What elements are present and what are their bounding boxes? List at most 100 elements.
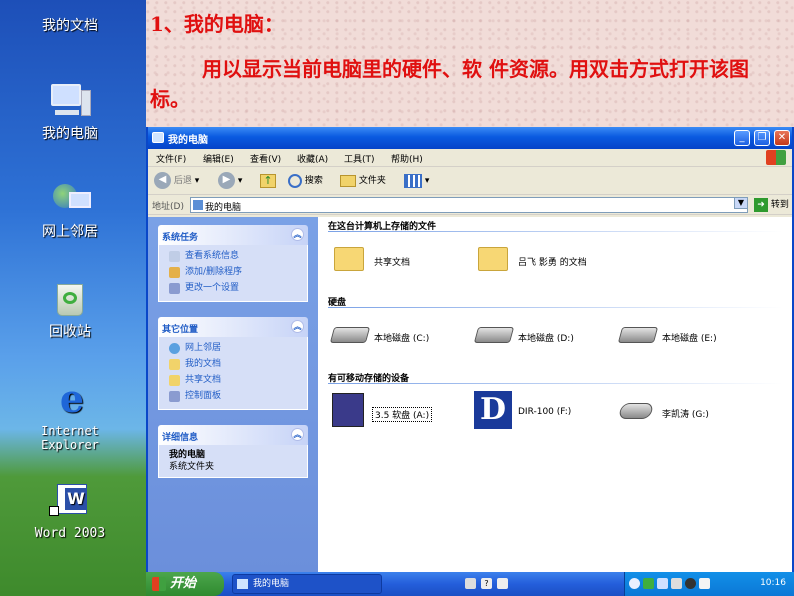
collapse-icon[interactable]: ︽ xyxy=(291,320,304,333)
folders-button[interactable]: 文件夹 xyxy=(340,171,386,191)
search-button[interactable]: 搜索 xyxy=(288,171,323,191)
usb-g-item[interactable]: 李凯涛 (G:) xyxy=(617,393,750,429)
item-label: 共享文档 xyxy=(374,258,411,268)
tray-app-icon[interactable] xyxy=(643,578,654,589)
desktop-icon-internet-explorer[interactable]: e Internet Explorer xyxy=(10,376,130,453)
taskbar: 开始 我的电脑 ? 10:16 xyxy=(146,572,794,596)
word-icon: W xyxy=(47,482,93,522)
other-places-title: 其它位置 xyxy=(162,325,199,335)
control-panel-link[interactable]: 控制面板 xyxy=(169,389,301,405)
desktop: 我的文档 我的电脑 网上邻居 回收站 e Internet Explorer W xyxy=(0,0,146,596)
control-panel-icon xyxy=(169,391,180,402)
user-documents-item[interactable]: 吕飞 影勇 的文档 xyxy=(478,241,638,277)
link-label: 共享文档 xyxy=(185,375,222,385)
link-label: 网上邻居 xyxy=(185,343,222,353)
desktop-icon-word[interactable]: W Word 2003 xyxy=(10,482,130,542)
menu-file[interactable]: 文件(F) xyxy=(156,152,186,165)
view-system-info-link[interactable]: 查看系统信息 xyxy=(169,249,301,265)
internet-explorer-icon: e xyxy=(59,376,85,421)
search-label: 搜索 xyxy=(304,176,323,186)
other-places-panel: 其它位置 ︽ 网上邻居 我的文档 共享文档 控制面板 xyxy=(158,317,308,410)
safely-remove-icon[interactable] xyxy=(671,578,682,589)
toolbar: ◀ 后退 ▾ ▶ ▾ ↑ 搜索 文件夹 ▾ xyxy=(148,167,792,195)
desktop-icon-label: Internet Explorer xyxy=(41,424,99,452)
address-input[interactable]: 我的电脑 xyxy=(190,197,748,213)
system-tasks-header[interactable]: 系统任务 ︽ xyxy=(158,225,308,245)
disk-e-item[interactable]: 本地磁盘 (E:) xyxy=(617,317,750,353)
floppy-a-item[interactable]: 3.5 软盘 (A:) xyxy=(332,393,462,433)
my-computer-icon xyxy=(193,200,203,210)
details-header[interactable]: 详细信息 ︽ xyxy=(158,425,308,445)
folders-icon xyxy=(340,174,356,187)
up-folder-button[interactable]: ↑ xyxy=(260,171,276,191)
menu-edit[interactable]: 编辑(E) xyxy=(203,152,234,165)
link-label: 添加/删除程序 xyxy=(185,267,243,277)
go-button[interactable]: ➜ 转到 xyxy=(754,197,789,212)
desktop-icon-recycle-bin[interactable]: 回收站 xyxy=(10,280,130,340)
dir100-f-item[interactable]: D DIR-100 (F:) xyxy=(474,391,604,431)
desktop-icon-label: 我的电脑 xyxy=(42,126,98,142)
window-titlebar[interactable]: 我的电脑 _ ❐ ✕ xyxy=(148,127,792,149)
desktop-icon-my-computer[interactable]: 我的电脑 xyxy=(10,82,130,142)
windows-logo-icon xyxy=(766,150,786,165)
group-divider xyxy=(328,383,783,384)
menu-help[interactable]: 帮助(H) xyxy=(391,152,423,165)
desktop-icon-network[interactable]: 网上邻居 xyxy=(10,180,130,240)
start-button[interactable]: 开始 xyxy=(146,572,224,596)
disk-c-item[interactable]: 本地磁盘 (C:) xyxy=(329,317,462,353)
tray-arrow-icon[interactable] xyxy=(629,578,640,589)
collapse-icon[interactable]: ︽ xyxy=(291,428,304,441)
ime-icon[interactable] xyxy=(497,578,508,589)
link-label: 我的文档 xyxy=(185,359,222,369)
back-button[interactable]: ◀ 后退 ▾ xyxy=(154,171,199,191)
search-icon xyxy=(288,173,302,188)
collapse-icon[interactable]: ︽ xyxy=(291,228,304,241)
slide-title: 1、我的电脑： xyxy=(150,12,284,36)
disk-d-item[interactable]: 本地磁盘 (D:) xyxy=(473,317,606,353)
shared-documents-item[interactable]: 共享文档 xyxy=(334,241,454,277)
address-dropdown-button[interactable]: ▼ xyxy=(734,197,748,209)
my-documents-link[interactable]: 我的文档 xyxy=(169,357,301,373)
menu-tools[interactable]: 工具(T) xyxy=(344,152,375,165)
help-icon[interactable]: ? xyxy=(481,578,492,589)
menu-view[interactable]: 查看(V) xyxy=(250,152,281,165)
network-icon[interactable] xyxy=(657,578,668,589)
control-panel-icon xyxy=(169,283,180,294)
slide-header: 1、我的电脑： 用以显示当前电脑里的硬件、软 件资源。用双击方式打开该图标。 xyxy=(146,0,794,127)
network-places-link[interactable]: 网上邻居 xyxy=(169,341,301,357)
details-title: 详细信息 xyxy=(162,433,199,443)
link-label: 查看系统信息 xyxy=(185,251,240,261)
views-button[interactable]: ▾ xyxy=(404,171,429,191)
details-panel: 详细信息 ︽ 我的电脑 系统文件夹 xyxy=(158,425,308,478)
other-places-header[interactable]: 其它位置 ︽ xyxy=(158,317,308,337)
my-computer-icon xyxy=(47,82,93,122)
item-label: 本地磁盘 (C:) xyxy=(374,334,430,344)
add-remove-programs-link[interactable]: 添加/删除程序 xyxy=(169,265,301,281)
item-label: 本地磁盘 (E:) xyxy=(662,334,717,344)
close-button[interactable]: ✕ xyxy=(774,130,790,146)
item-label: 3.5 软盘 (A:) xyxy=(372,407,433,422)
taskbar-item-my-computer[interactable]: 我的电脑 xyxy=(232,574,382,594)
shared-documents-link[interactable]: 共享文档 xyxy=(169,373,301,389)
hard-disk-icon xyxy=(617,327,659,343)
change-setting-link[interactable]: 更改一个设置 xyxy=(169,281,301,297)
restore-button[interactable]: ❐ xyxy=(754,130,770,146)
windows-logo-icon xyxy=(152,577,166,591)
slide-body: 用以显示当前电脑里的硬件、软 件资源。用双击方式打开该图标。 xyxy=(150,57,749,111)
link-label: 更改一个设置 xyxy=(185,283,240,293)
go-arrow-icon: ➜ xyxy=(754,197,768,212)
forward-button[interactable]: ▶ ▾ xyxy=(218,171,242,191)
desktop-icon-my-documents[interactable]: 我的文档 xyxy=(10,4,130,34)
clock: 10:16 xyxy=(760,578,786,588)
views-icon xyxy=(404,173,422,188)
desktop-icon-label: 网上邻居 xyxy=(42,224,98,240)
media-icon[interactable] xyxy=(685,578,696,589)
minimize-button[interactable]: _ xyxy=(734,130,750,146)
menu-favorites[interactable]: 收藏(A) xyxy=(297,152,328,165)
back-arrow-icon: ◀ xyxy=(154,172,171,189)
keyboard-icon[interactable] xyxy=(465,578,476,589)
volume-icon[interactable] xyxy=(699,578,710,589)
link-label: 控制面板 xyxy=(185,391,222,401)
item-label: 吕飞 影勇 的文档 xyxy=(518,258,587,268)
my-computer-window: 我的电脑 _ ❐ ✕ 文件(F) 编辑(E) 查看(V) 收藏(A) 工具(T)… xyxy=(146,127,794,572)
